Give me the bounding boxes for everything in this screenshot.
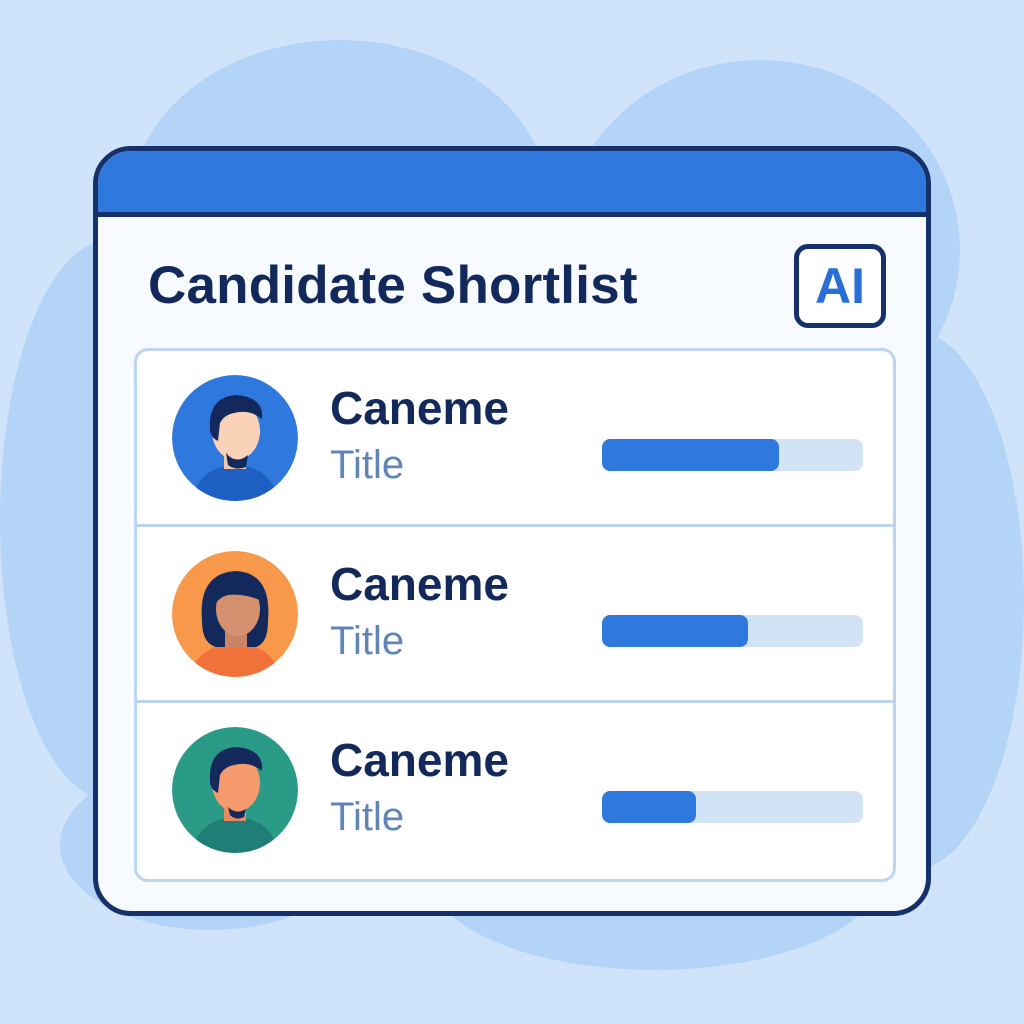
candidate-list: Caneme Title Caneme Title Caneme Title bbox=[134, 348, 896, 882]
candidate-row[interactable]: Caneme Title bbox=[137, 527, 893, 703]
candidate-name: Caneme bbox=[330, 734, 509, 786]
match-score-bar bbox=[602, 791, 863, 823]
candidate-name: Caneme bbox=[330, 558, 509, 610]
candidate-title: Title bbox=[330, 795, 405, 839]
candidate-title: Title bbox=[330, 619, 405, 663]
candidate-row[interactable]: Caneme Title bbox=[137, 351, 893, 527]
candidate-name: Caneme bbox=[330, 382, 509, 434]
window-header: Candidate Shortlist AI bbox=[98, 217, 926, 339]
window-titlebar bbox=[98, 151, 926, 217]
match-score-bar bbox=[602, 615, 863, 647]
match-score-fill bbox=[602, 615, 749, 647]
match-score-fill bbox=[602, 791, 696, 823]
ai-badge-button[interactable]: AI bbox=[794, 244, 886, 328]
man-avatar-icon bbox=[172, 375, 298, 501]
woman-avatar-icon bbox=[172, 551, 298, 677]
shortlist-window: Candidate Shortlist AI Caneme Title Cane… bbox=[93, 146, 931, 916]
match-score-fill bbox=[602, 439, 780, 471]
match-score-bar bbox=[602, 439, 863, 471]
page-title: Candidate Shortlist bbox=[148, 256, 638, 315]
man-avatar-icon bbox=[172, 727, 298, 853]
candidate-title: Title bbox=[330, 443, 405, 487]
candidate-row[interactable]: Caneme Title bbox=[137, 703, 893, 879]
